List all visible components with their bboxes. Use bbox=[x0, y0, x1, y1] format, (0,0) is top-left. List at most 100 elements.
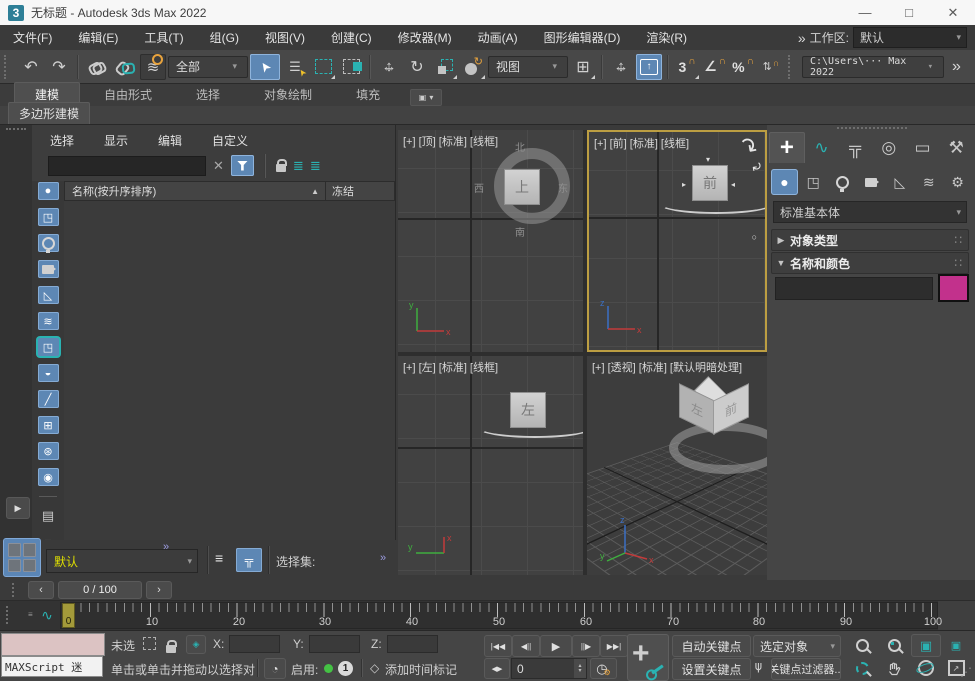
ribbon-tab-selection[interactable]: 选择 bbox=[176, 83, 240, 106]
pliers-icon[interactable]: ⋔ bbox=[753, 659, 764, 675]
menu-file[interactable]: 文件(F) bbox=[0, 25, 65, 50]
viewcube-arrow-right[interactable]: ◂ bbox=[731, 180, 735, 189]
next-frame-slider-button[interactable]: › bbox=[146, 581, 172, 599]
expand-panel-button[interactable]: ▶ bbox=[6, 497, 30, 519]
display-containers-toggle[interactable]: ◒ bbox=[38, 364, 59, 382]
viewcube-arrow-up[interactable]: ▾ bbox=[706, 155, 710, 164]
toolbar-grip[interactable] bbox=[4, 55, 12, 79]
zoom-extents-all-button[interactable]: ▣ bbox=[941, 635, 971, 655]
tab-motion[interactable]: ◎ bbox=[872, 132, 906, 163]
category-systems[interactable]: ⚙ bbox=[944, 169, 971, 195]
isolate-selection-toggle[interactable] bbox=[143, 637, 156, 650]
viewcube-3d[interactable]: 左 前 bbox=[679, 378, 747, 442]
display-bones-toggle[interactable]: ╱ bbox=[38, 390, 59, 408]
zoom-region-button[interactable] bbox=[847, 658, 877, 678]
add-time-tag[interactable]: 添加时间标记 bbox=[385, 661, 457, 678]
selection-lock-toggle[interactable] bbox=[166, 645, 176, 653]
absolute-offset-toggle[interactable]: ◈ bbox=[186, 635, 206, 654]
category-lights[interactable] bbox=[829, 169, 856, 195]
ribbon-tab-populate[interactable]: 填充 bbox=[336, 83, 400, 106]
close-button[interactable]: ✕ bbox=[931, 1, 975, 25]
ribbon-tab-freeform[interactable]: 自由形式 bbox=[84, 83, 172, 106]
list-view-icon[interactable]: ▤ bbox=[38, 507, 59, 525]
viewcube-face[interactable]: 左 bbox=[510, 392, 546, 428]
select-and-move-button[interactable]: ↔↕ bbox=[376, 54, 402, 80]
use-pivot-center-button[interactable]: ⊞ bbox=[570, 54, 596, 80]
maxscript-mini-listener[interactable]: MAXScript 迷 bbox=[1, 656, 103, 677]
key-filter-target-dropdown[interactable]: 选定对象 ▾ bbox=[753, 635, 841, 657]
category-spacewarps[interactable]: ≋ bbox=[915, 169, 942, 195]
explorer-menu-select[interactable]: 选择 bbox=[50, 132, 74, 151]
degradation-level-badge[interactable]: 1 bbox=[338, 661, 353, 676]
select-object-button[interactable]: ➤ bbox=[250, 54, 280, 80]
viewport-label-top[interactable]: [+] [顶] [标准] [线框] bbox=[403, 133, 498, 149]
display-hidden-toggle[interactable]: ◉ bbox=[38, 468, 59, 486]
toolbar-overflow-icon[interactable]: » bbox=[946, 58, 965, 76]
redo-button[interactable]: ↷ bbox=[46, 54, 72, 80]
time-slider-frame-display[interactable]: 0 / 100 bbox=[58, 581, 142, 599]
play-button[interactable]: ▶ bbox=[540, 635, 572, 657]
percent-snap-toggle-button[interactable]: %∩ bbox=[730, 54, 756, 80]
viewcube-arrow-left[interactable]: ▸ bbox=[682, 180, 686, 189]
display-spacewarps-toggle[interactable]: ≋ bbox=[38, 312, 59, 330]
viewcube-face[interactable]: 上 bbox=[504, 169, 540, 205]
maxscript-listener-pink[interactable] bbox=[1, 633, 105, 656]
category-geometry[interactable]: ● bbox=[771, 169, 798, 195]
adaptive-degradation-toggle[interactable]: ◔ bbox=[264, 658, 286, 679]
angle-snap-toggle-button[interactable]: ∠∩ bbox=[702, 54, 728, 80]
category-shapes[interactable]: ◳ bbox=[800, 169, 827, 195]
menu-modifiers[interactable]: 修改器(M) bbox=[385, 25, 465, 50]
lock-icon[interactable] bbox=[276, 164, 286, 172]
mini-curve-editor-button[interactable]: ≡∿ bbox=[36, 605, 58, 625]
tab-utilities[interactable]: ⚒ bbox=[939, 132, 973, 163]
zoom-extents-button[interactable]: ▣ bbox=[911, 634, 941, 657]
sort-ascending-icon[interactable]: ▲ bbox=[311, 187, 319, 196]
spinner-snap-toggle-button[interactable]: ⇅∩ bbox=[758, 54, 784, 80]
window-crossing-button[interactable] bbox=[338, 54, 364, 80]
zoom-button[interactable] bbox=[847, 635, 877, 655]
viewcube-roll-dot[interactable]: ○ bbox=[752, 232, 757, 242]
overflow-chevron-icon[interactable]: » bbox=[380, 552, 384, 564]
select-by-name-button[interactable]: ☰➤ bbox=[282, 54, 308, 80]
set-key-button[interactable]: 设置关键点 bbox=[672, 658, 751, 680]
layers-icon[interactable]: ≡ bbox=[215, 550, 223, 566]
menu-animation[interactable]: 动画(A) bbox=[465, 25, 531, 50]
explorer-menu-display[interactable]: 显示 bbox=[104, 132, 128, 151]
object-color-swatch[interactable] bbox=[938, 274, 969, 302]
viewport-label-front[interactable]: [+] [前] [标准] [线框] bbox=[594, 135, 689, 151]
display-lights-toggle[interactable] bbox=[38, 234, 59, 252]
category-cameras[interactable] bbox=[858, 169, 885, 195]
zoom-all-button[interactable] bbox=[879, 635, 909, 655]
object-name-field[interactable] bbox=[775, 277, 933, 300]
viewport-top[interactable]: [+] [顶] [标准] [线框] 上 北 南 西 东 y x bbox=[398, 130, 583, 352]
current-frame-marker[interactable]: 0 bbox=[62, 603, 75, 628]
orbit-button[interactable] bbox=[911, 658, 941, 678]
go-to-start-button[interactable]: |◀◀ bbox=[484, 635, 512, 657]
workspace-dropdown[interactable]: 默认 ▾ bbox=[853, 27, 967, 48]
select-and-scale-button[interactable] bbox=[432, 54, 458, 80]
display-particles-toggle[interactable]: ⊛ bbox=[38, 442, 59, 460]
viewport-left[interactable]: [+] [左] [标准] [线框] 左 y x bbox=[398, 356, 583, 575]
display-cameras-toggle[interactable] bbox=[38, 260, 59, 278]
select-and-link-button[interactable] bbox=[84, 54, 110, 80]
reference-coordinate-dropdown[interactable]: 视图 ▾ bbox=[488, 56, 568, 78]
unlink-selection-button[interactable] bbox=[112, 54, 138, 80]
trackbar-grip[interactable] bbox=[6, 606, 14, 624]
explorer-menu-customize[interactable]: 自定义 bbox=[212, 132, 248, 151]
viewport-label-perspective[interactable]: [+] [透视] [标准] [默认明暗处理] bbox=[592, 359, 742, 375]
previous-frame-slider-button[interactable]: ‹ bbox=[28, 581, 54, 599]
select-and-rotate-button[interactable]: ↻ bbox=[404, 54, 430, 80]
auto-key-button[interactable]: 自动关键点 bbox=[672, 635, 751, 657]
search-input[interactable] bbox=[48, 156, 206, 176]
resize-grip-icon[interactable]: ⋰ bbox=[960, 665, 972, 679]
filter-button[interactable] bbox=[231, 155, 254, 176]
menu-group[interactable]: 组(G) bbox=[197, 25, 252, 50]
select-and-manipulate-button[interactable]: ↔↕ bbox=[608, 54, 634, 80]
panel-grip[interactable] bbox=[837, 127, 907, 129]
viewport-layout-tab-button[interactable] bbox=[3, 538, 41, 577]
category-helpers[interactable]: ◺ bbox=[886, 169, 913, 195]
explorer-menu-edit[interactable]: 编辑 bbox=[158, 132, 182, 151]
maximize-button[interactable]: □ bbox=[887, 1, 931, 25]
time-configuration-button[interactable]: ◷⚙ bbox=[590, 658, 617, 679]
set-keys-button[interactable]: + bbox=[627, 634, 669, 681]
